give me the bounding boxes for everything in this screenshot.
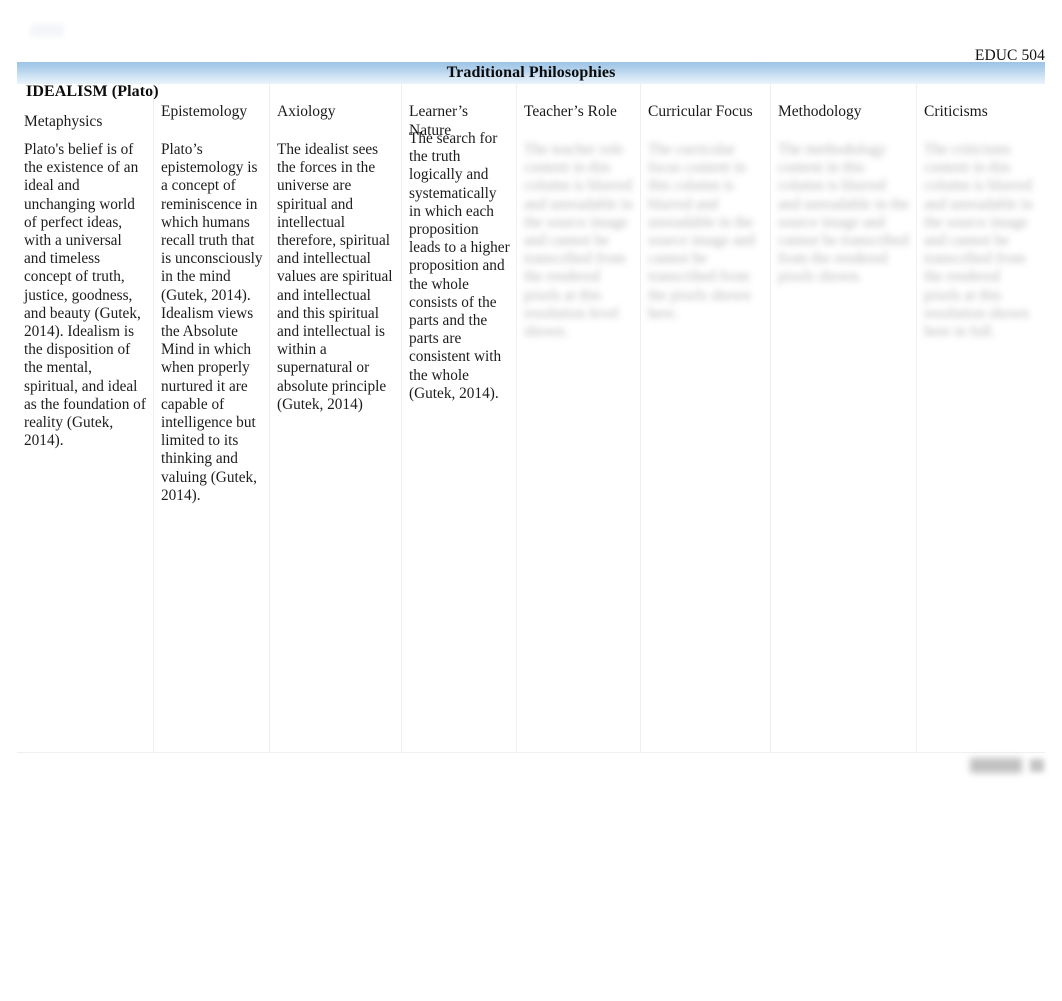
banner-title: Traditional Philosophies [446,64,616,81]
column-header: Epistemology [161,103,248,120]
table-column-epistemology: Epistemology Plato’s epistemology is a co… [154,84,270,752]
document-banner: Traditional Philosophies [17,62,1045,84]
footer-smudge-artifact-secondary [1030,759,1044,772]
table-column-axiology: Axiology The idealist sees the forces in … [270,84,402,752]
column-body: Plato's belief is of the existence of an… [24,141,146,450]
table-column-criticisms: Criticisms The criticisms content in this… [917,84,1045,752]
footer-smudge-artifact [970,758,1022,773]
page-artifact-mark [30,24,64,37]
table-column-curricular-focus: Curricular Focus The curricular focus con… [641,84,771,752]
column-body-redacted: The criticisms content in this column is… [924,141,1033,341]
column-header: Axiology [277,103,336,120]
column-body-redacted: The methodology content in this column i… [778,141,910,286]
column-header: Criticisms [924,103,988,120]
column-body-redacted: The teacher role content in this column … [524,141,633,341]
table-column-learner-s-nature: Learner’s Nature The search for the truth… [402,84,517,752]
column-header: Teacher’s Role [524,103,617,120]
column-header: Methodology [778,103,862,120]
column-body-redacted: The curricular focus content in this col… [648,141,756,322]
column-header: Metaphysics [24,113,103,130]
column-body: The search for the truth logically and s… [409,130,510,402]
table-column-methodology: Methodology The methodology content in th… [771,84,917,752]
table-bottom-rule [17,752,1045,753]
column-header: Curricular Focus [648,103,753,120]
column-body: The idealist sees the forces in the univ… [277,141,393,413]
philosophies-table: Metaphysics Plato's belief is of the exis… [17,84,1045,752]
table-column-metaphysics: Metaphysics Plato's belief is of the exis… [17,84,154,752]
column-body: Plato’s epistemology is a concept of rem… [161,141,263,504]
table-column-teacher-s-role: Teacher’s Role The teacher role content i… [517,84,641,752]
section-label-idealism: IDEALISM (Plato) [26,83,159,100]
